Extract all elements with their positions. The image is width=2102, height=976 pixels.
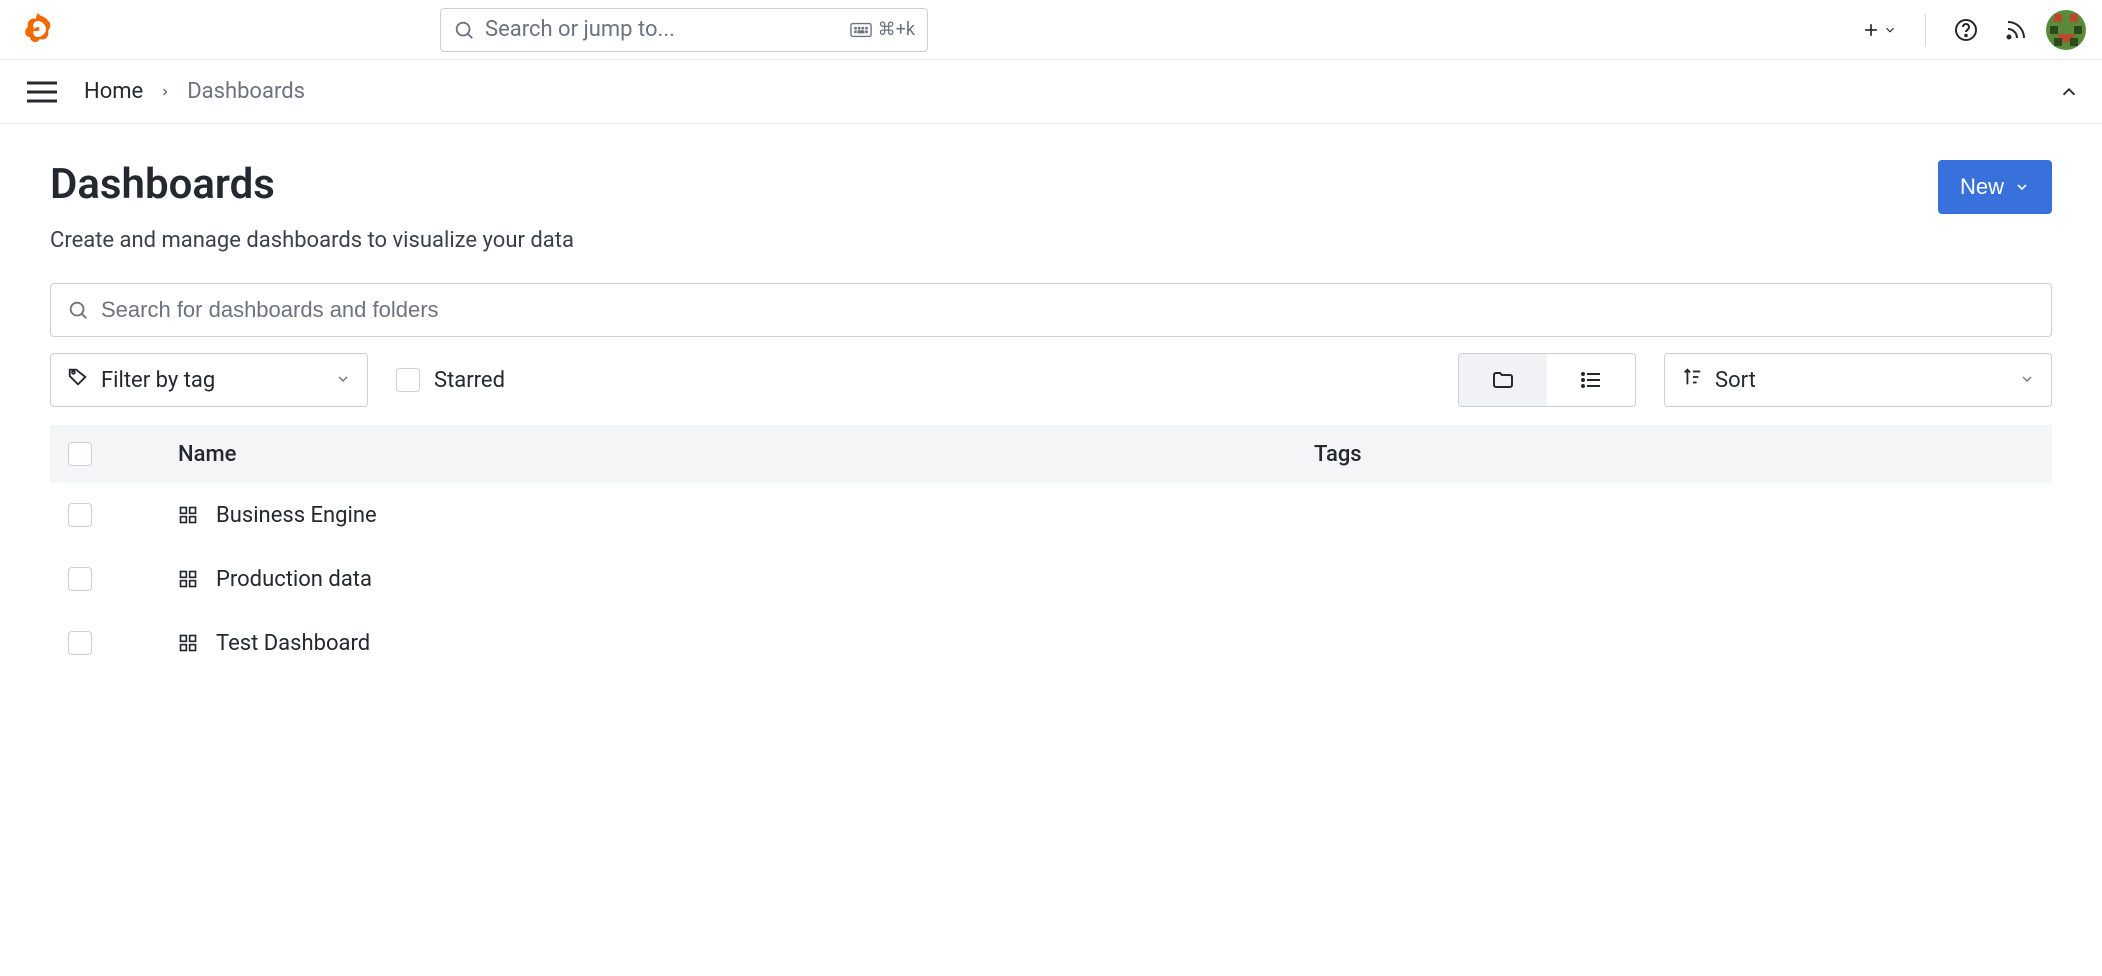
news-button[interactable] [1996,10,2036,50]
starred-checkbox[interactable] [396,368,420,392]
help-icon [1954,18,1978,42]
menu-toggle-button[interactable] [22,72,62,112]
breadcrumb-current: Dashboards [187,79,305,104]
page-header: Dashboards New [50,160,2052,214]
list-icon [1579,368,1603,392]
new-button[interactable]: New [1938,160,2052,214]
dashboard-search-input[interactable] [101,297,2035,323]
chevron-up-icon [2058,81,2080,103]
table-row: Business Engine [50,483,2052,547]
table-row: Production data [50,547,2052,611]
list-view-button[interactable] [1547,354,1635,406]
search-icon [453,19,475,41]
filter-by-tag[interactable]: Filter by tag [50,353,368,407]
chevron-down-icon [2014,179,2030,195]
search-shortcut: ⌘+k [850,19,915,40]
divider [1925,14,1926,46]
table-header: Name Tags [50,425,2052,483]
dashboard-link[interactable]: Test Dashboard [216,631,370,656]
chevron-right-icon [159,79,171,104]
dashboard-icon [178,569,198,589]
rss-icon [2004,18,2028,42]
select-all-checkbox[interactable] [68,442,92,466]
tag-icon [67,366,89,394]
folder-icon [1491,368,1515,392]
chevron-down-icon [335,368,351,393]
starred-label: Starred [434,368,505,393]
breadcrumb: Home Dashboards [84,79,305,104]
page-title: Dashboards [50,160,275,209]
page-content: Dashboards New Create and manage dashboa… [0,124,2102,711]
breadcrumb-home[interactable]: Home [84,79,143,104]
avatar[interactable] [2046,10,2086,50]
row-checkbox[interactable] [68,567,92,591]
chevron-down-icon [2019,368,2035,393]
view-toggle [1458,353,1636,407]
hamburger-icon [27,81,57,103]
page-subtitle: Create and manage dashboards to visualiz… [50,228,2052,253]
help-button[interactable] [1946,10,1986,50]
table-row: Test Dashboard [50,611,2052,675]
dashboard-icon [178,505,198,525]
search-placeholder: Search or jump to... [485,17,850,42]
plus-icon [1861,20,1881,40]
keyboard-icon [850,22,872,38]
dashboard-search[interactable] [50,283,2052,337]
header-right [1853,10,2086,50]
grafana-logo[interactable] [16,8,60,52]
filter-row: Filter by tag Starred [50,353,2052,407]
add-menu-button[interactable] [1853,10,1905,50]
dashboard-link[interactable]: Business Engine [216,503,377,528]
collapse-button[interactable] [2058,81,2080,103]
column-header-tags[interactable]: Tags [1314,442,2034,467]
breadcrumb-bar: Home Dashboards [0,60,2102,124]
row-checkbox[interactable] [68,503,92,527]
dashboard-link[interactable]: Production data [216,567,372,592]
column-header-name[interactable]: Name [178,442,1314,467]
row-checkbox[interactable] [68,631,92,655]
dashboard-icon [178,633,198,653]
chevron-down-icon [1883,23,1897,37]
folder-view-button[interactable] [1459,354,1547,406]
top-header: Search or jump to... ⌘+k [0,0,2102,60]
starred-filter: Starred [396,368,505,393]
search-icon [67,299,89,321]
global-search[interactable]: Search or jump to... ⌘+k [440,8,928,52]
sort-icon [1681,366,1703,394]
sort-select[interactable]: Sort [1664,353,2052,407]
